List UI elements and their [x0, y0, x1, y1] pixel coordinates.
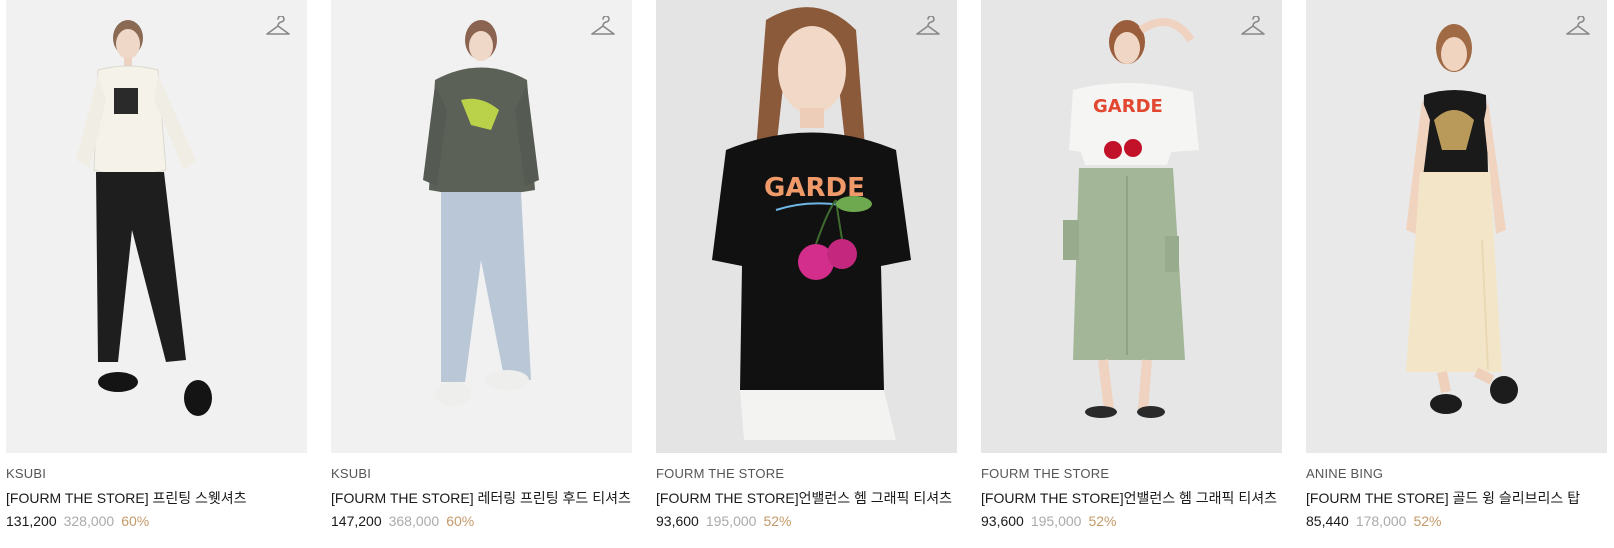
price-row: 93,600 195,000 52%: [656, 512, 957, 530]
product-name[interactable]: [FOURM THE STORE]언밸런스 헴 그래픽 티셔츠: [981, 489, 1282, 507]
hanger-icon[interactable]: [1565, 16, 1591, 38]
sale-price: 93,600: [981, 513, 1024, 529]
original-price: 328,000: [63, 513, 115, 529]
price-row: 85,440 178,000 52%: [1306, 512, 1607, 530]
product-card[interactable]: GARDE FOURM THE STORE [FOURM THE STORE]언…: [981, 0, 1282, 530]
original-price: 178,000: [1355, 513, 1407, 529]
product-image[interactable]: [1306, 0, 1607, 453]
product-brand[interactable]: ANINE BING: [1306, 466, 1607, 482]
product-grid: KSUBI [FOURM THE STORE] 프린팅 스웻셔츠 131,200…: [6, 0, 1607, 530]
hanger-icon[interactable]: [915, 16, 941, 38]
product-card[interactable]: KSUBI [FOURM THE STORE] 프린팅 스웻셔츠 131,200…: [6, 0, 307, 530]
discount-rate: 60%: [446, 513, 475, 529]
price-row: 93,600 195,000 52%: [981, 512, 1282, 530]
product-brand[interactable]: FOURM THE STORE: [656, 466, 957, 482]
sale-price: 147,200: [331, 513, 382, 529]
product-name[interactable]: [FOURM THE STORE]언밸런스 헴 그래픽 티셔츠: [656, 489, 957, 507]
product-name[interactable]: [FOURM THE STORE] 레터링 프린팅 후드 티셔츠: [331, 489, 632, 507]
model-photo: GARDE: [712, 7, 911, 440]
svg-text:GARDE: GARDE: [1093, 96, 1163, 117]
price-row: 131,200 328,000 60%: [6, 512, 307, 530]
discount-rate: 52%: [763, 513, 792, 529]
hanger-icon[interactable]: [265, 16, 291, 38]
original-price: 368,000: [388, 513, 440, 529]
product-image[interactable]: GARDE: [656, 0, 957, 453]
product-brand[interactable]: FOURM THE STORE: [981, 466, 1282, 482]
hanger-icon[interactable]: [1240, 16, 1266, 38]
discount-rate: 60%: [121, 513, 150, 529]
discount-rate: 52%: [1413, 513, 1442, 529]
product-brand[interactable]: KSUBI: [331, 466, 632, 482]
product-brand[interactable]: KSUBI: [6, 466, 307, 482]
product-card[interactable]: KSUBI [FOURM THE STORE] 레터링 프린팅 후드 티셔츠 1…: [331, 0, 632, 530]
sale-price: 93,600: [656, 513, 699, 529]
sale-price: 85,440: [1306, 513, 1349, 529]
model-photo: [76, 20, 212, 416]
sale-price: 131,200: [6, 513, 57, 529]
model-photo: [423, 20, 539, 406]
original-price: 195,000: [1030, 513, 1082, 529]
product-name[interactable]: [FOURM THE STORE] 프린팅 스웻셔츠: [6, 489, 307, 507]
original-price: 195,000: [705, 513, 757, 529]
model-photo: GARDE: [1063, 18, 1199, 418]
product-name[interactable]: [FOURM THE STORE] 골드 윙 슬리브리스 탑: [1306, 489, 1607, 507]
product-image[interactable]: [6, 0, 307, 453]
price-row: 147,200 368,000 60%: [331, 512, 632, 530]
product-image[interactable]: GARDE: [981, 0, 1282, 453]
product-card[interactable]: GARDE FOURM THE STORE [FOURM THE STORE]언…: [656, 0, 957, 530]
product-card[interactable]: ANINE BING [FOURM THE STORE] 골드 윙 슬리브리스 …: [1306, 0, 1607, 530]
model-photo: [1406, 24, 1518, 414]
discount-rate: 52%: [1088, 513, 1117, 529]
hanger-icon[interactable]: [590, 16, 616, 38]
product-image[interactable]: [331, 0, 632, 453]
